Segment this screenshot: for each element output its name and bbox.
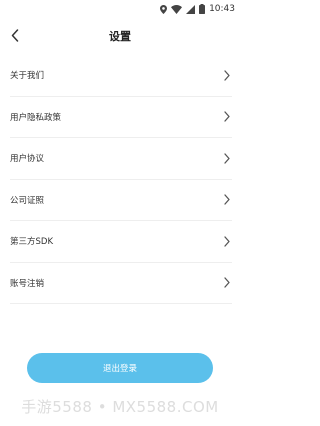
menu-item-third-party-sdk[interactable]: 第三方SDK [10,221,232,263]
menu-item-label: 第三方SDK [10,237,54,248]
nav-bar: 设置 [0,20,240,52]
settings-menu: 关于我们 用户隐私政策 用户协议 公司证照 第三方SDK 账号注销 [0,55,240,304]
menu-item-account-deletion[interactable]: 账号注销 [10,263,232,304]
status-time: 10:43 [209,4,235,14]
menu-item-user-agreement[interactable]: 用户协议 [10,138,232,180]
location-icon [160,4,168,14]
logout-button[interactable]: 退出登录 [27,353,213,383]
menu-item-privacy-policy[interactable]: 用户隐私政策 [10,97,232,138]
chevron-right-icon [222,111,232,123]
menu-item-label: 公司证照 [10,195,45,206]
signal-icon [186,4,196,14]
status-bar: 10:43 [0,0,240,18]
watermark: 手游5588 • MX5588.COM [21,398,219,416]
menu-item-label: 账号注销 [10,278,45,289]
menu-item-label: 关于我们 [10,71,45,82]
page-title: 设置 [109,30,131,43]
chevron-right-icon [222,69,232,81]
menu-item-company-license[interactable]: 公司证照 [10,180,232,221]
menu-item-label: 用户协议 [10,154,45,165]
chevron-right-icon [222,235,232,247]
chevron-right-icon [222,152,232,164]
menu-item-about-us[interactable]: 关于我们 [10,55,232,97]
menu-item-label: 用户隐私政策 [10,112,62,123]
wifi-icon [171,4,183,14]
chevron-right-icon [222,194,232,206]
battery-icon [199,4,206,14]
chevron-right-icon [222,277,232,289]
